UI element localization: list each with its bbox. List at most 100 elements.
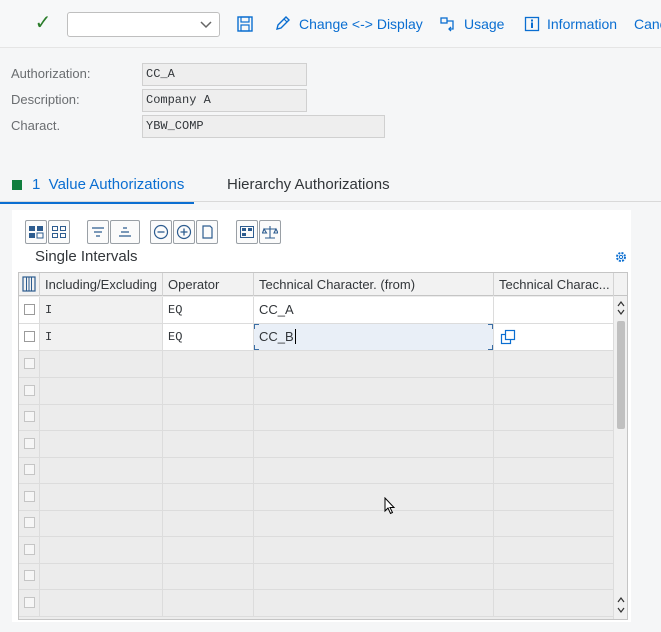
insert-row-button[interactable]: [173, 220, 195, 244]
cell-operator[interactable]: EQ: [163, 324, 254, 350]
empty-cell[interactable]: [254, 483, 494, 510]
row-selector[interactable]: [19, 457, 40, 483]
sort-ascending-button[interactable]: [87, 220, 109, 244]
save-icon[interactable]: [235, 14, 255, 34]
select-all-button[interactable]: [25, 220, 47, 244]
empty-cell[interactable]: [163, 351, 254, 377]
empty-cell[interactable]: [494, 536, 615, 563]
scroll-up-icon[interactable]: [616, 595, 626, 605]
empty-cell[interactable]: [40, 430, 163, 457]
empty-cell[interactable]: [254, 351, 494, 377]
row-selector[interactable]: [19, 430, 40, 457]
row-checkbox[interactable]: [24, 411, 35, 422]
row-checkbox[interactable]: [24, 464, 35, 475]
scroll-down-icon[interactable]: [616, 605, 626, 615]
empty-cell[interactable]: [163, 404, 254, 430]
value-help-icon[interactable]: [499, 328, 517, 346]
row-selector[interactable]: [19, 589, 40, 616]
command-dropdown[interactable]: [67, 12, 220, 37]
cell-including-excluding[interactable]: I: [40, 297, 163, 323]
empty-table-row[interactable]: [19, 430, 615, 458]
empty-cell[interactable]: [494, 457, 615, 483]
empty-cell[interactable]: [254, 536, 494, 563]
empty-table-row[interactable]: [19, 351, 615, 378]
empty-cell[interactable]: [163, 457, 254, 483]
sort-descending-button[interactable]: [110, 220, 140, 244]
row-checkbox[interactable]: [24, 304, 35, 315]
row-selector[interactable]: [19, 297, 40, 323]
empty-cell[interactable]: [494, 483, 615, 510]
empty-cell[interactable]: [494, 351, 615, 377]
empty-cell[interactable]: [40, 510, 163, 536]
tab-value-authorizations[interactable]: 1 Value Authorizations: [0, 176, 195, 204]
row-selector[interactable]: [19, 351, 40, 377]
column-header-operator[interactable]: Operator: [163, 273, 254, 296]
empty-cell[interactable]: [163, 510, 254, 536]
empty-table-row[interactable]: [19, 483, 615, 511]
cell-to[interactable]: [494, 324, 615, 350]
empty-cell[interactable]: [254, 589, 494, 616]
empty-cell[interactable]: [40, 404, 163, 430]
details-button[interactable]: [236, 220, 258, 244]
empty-cell[interactable]: [163, 536, 254, 563]
tab-hierarchy-authorizations[interactable]: Hierarchy Authorizations: [227, 176, 390, 193]
confirm-checkmark-icon[interactable]: ✓: [30, 10, 56, 36]
row-checkbox[interactable]: [24, 596, 35, 608]
row-checkbox[interactable]: [24, 517, 35, 528]
empty-cell[interactable]: [494, 510, 615, 536]
change-display-button[interactable]: Change <-> Display: [274, 13, 423, 35]
empty-table-row[interactable]: [19, 563, 615, 590]
empty-cell[interactable]: [163, 377, 254, 404]
balance-button[interactable]: [259, 220, 281, 244]
row-selector[interactable]: [19, 377, 40, 404]
row-checkbox[interactable]: [24, 490, 35, 502]
copy-row-button[interactable]: [196, 220, 218, 244]
empty-cell[interactable]: [40, 563, 163, 589]
empty-table-row[interactable]: [19, 510, 615, 537]
row-selector[interactable]: [19, 404, 40, 430]
empty-cell[interactable]: [163, 563, 254, 589]
row-checkbox[interactable]: [24, 358, 35, 369]
scrollbar-thumb[interactable]: [617, 321, 625, 429]
row-checkbox[interactable]: [24, 384, 35, 396]
empty-table-row[interactable]: [19, 404, 615, 431]
scroll-down-icon[interactable]: [616, 307, 626, 317]
row-checkbox[interactable]: [24, 437, 35, 449]
empty-cell[interactable]: [40, 351, 163, 377]
row-checkbox[interactable]: [24, 570, 35, 581]
column-header-from[interactable]: Technical Character. (from): [254, 273, 494, 296]
table-row[interactable]: I EQ CC_B: [19, 324, 615, 351]
usage-button[interactable]: Usage: [439, 13, 504, 35]
empty-cell[interactable]: [494, 563, 615, 589]
empty-table-row[interactable]: [19, 589, 615, 617]
empty-cell[interactable]: [40, 377, 163, 404]
row-selector[interactable]: [19, 536, 40, 563]
empty-cell[interactable]: [494, 404, 615, 430]
empty-cell[interactable]: [254, 404, 494, 430]
empty-cell[interactable]: [40, 536, 163, 563]
deselect-all-button[interactable]: [48, 220, 70, 244]
cell-including-excluding[interactable]: I: [40, 324, 163, 350]
empty-cell[interactable]: [254, 510, 494, 536]
cell-from-active[interactable]: CC_B: [254, 324, 494, 350]
empty-table-row[interactable]: [19, 536, 615, 564]
cell-from[interactable]: CC_A: [254, 297, 494, 323]
column-header-including-excluding[interactable]: Including/Excluding: [40, 273, 163, 296]
cell-operator[interactable]: EQ: [163, 297, 254, 323]
empty-cell[interactable]: [494, 589, 615, 616]
empty-cell[interactable]: [254, 377, 494, 404]
vertical-scrollbar[interactable]: [613, 296, 627, 619]
information-button[interactable]: Information: [524, 13, 617, 35]
empty-cell[interactable]: [494, 377, 615, 404]
empty-table-row[interactable]: [19, 377, 615, 405]
empty-cell[interactable]: [163, 589, 254, 616]
table-row[interactable]: I EQ CC_A: [19, 297, 615, 324]
empty-cell[interactable]: [40, 457, 163, 483]
empty-cell[interactable]: [163, 483, 254, 510]
empty-cell[interactable]: [254, 430, 494, 457]
row-checkbox[interactable]: [24, 543, 35, 555]
row-checkbox[interactable]: [24, 331, 35, 342]
row-selector[interactable]: [19, 510, 40, 536]
empty-cell[interactable]: [494, 430, 615, 457]
empty-table-row[interactable]: [19, 457, 615, 484]
